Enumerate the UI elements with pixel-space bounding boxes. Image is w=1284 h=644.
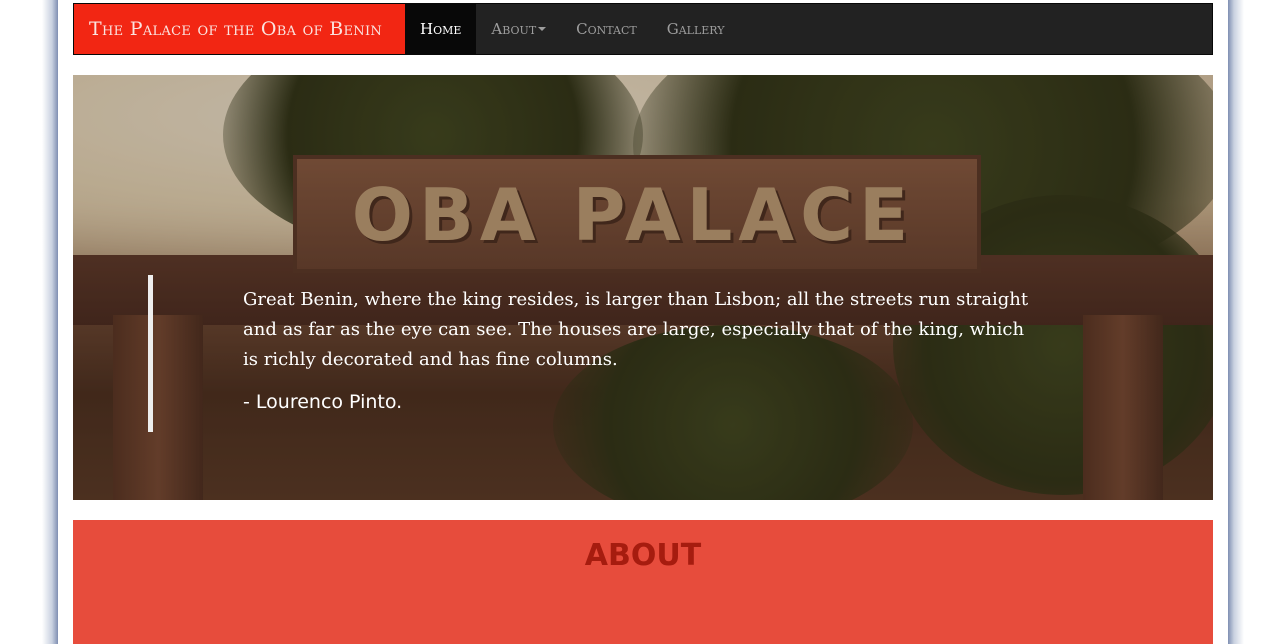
nav-item-home[interactable]: Home — [405, 4, 477, 54]
nav-item-gallery-label: Gallery — [666, 20, 725, 38]
nav-item-about-label: About — [491, 20, 537, 38]
quote-text: Great Benin, where the king resides, is … — [243, 289, 1029, 370]
navbar: The Palace of the Oba of Benin Home Abou… — [73, 3, 1213, 55]
page-container: The Palace of the Oba of Benin Home Abou… — [58, 0, 1228, 644]
hero-quote: Great Benin, where the king resides, is … — [148, 275, 1028, 432]
navbar-brand[interactable]: The Palace of the Oba of Benin — [74, 4, 405, 54]
about-title: ABOUT — [584, 538, 702, 573]
page-shadow-right — [1226, 0, 1284, 644]
quote-author: - Lourenco Pinto. — [243, 391, 403, 413]
about-section: ABOUT — [73, 520, 1213, 644]
page-shadow-left — [0, 0, 60, 644]
hero-banner: OBA PALACE Great Benin, where the king r… — [73, 75, 1213, 500]
nav-item-about[interactable]: About — [476, 4, 561, 54]
caret-down-icon — [538, 27, 547, 31]
nav-item-gallery[interactable]: Gallery — [652, 4, 740, 54]
nav-item-contact-label: Contact — [576, 20, 637, 38]
nav-item-contact[interactable]: Contact — [561, 4, 652, 54]
nav-item-home-label: Home — [420, 20, 462, 38]
